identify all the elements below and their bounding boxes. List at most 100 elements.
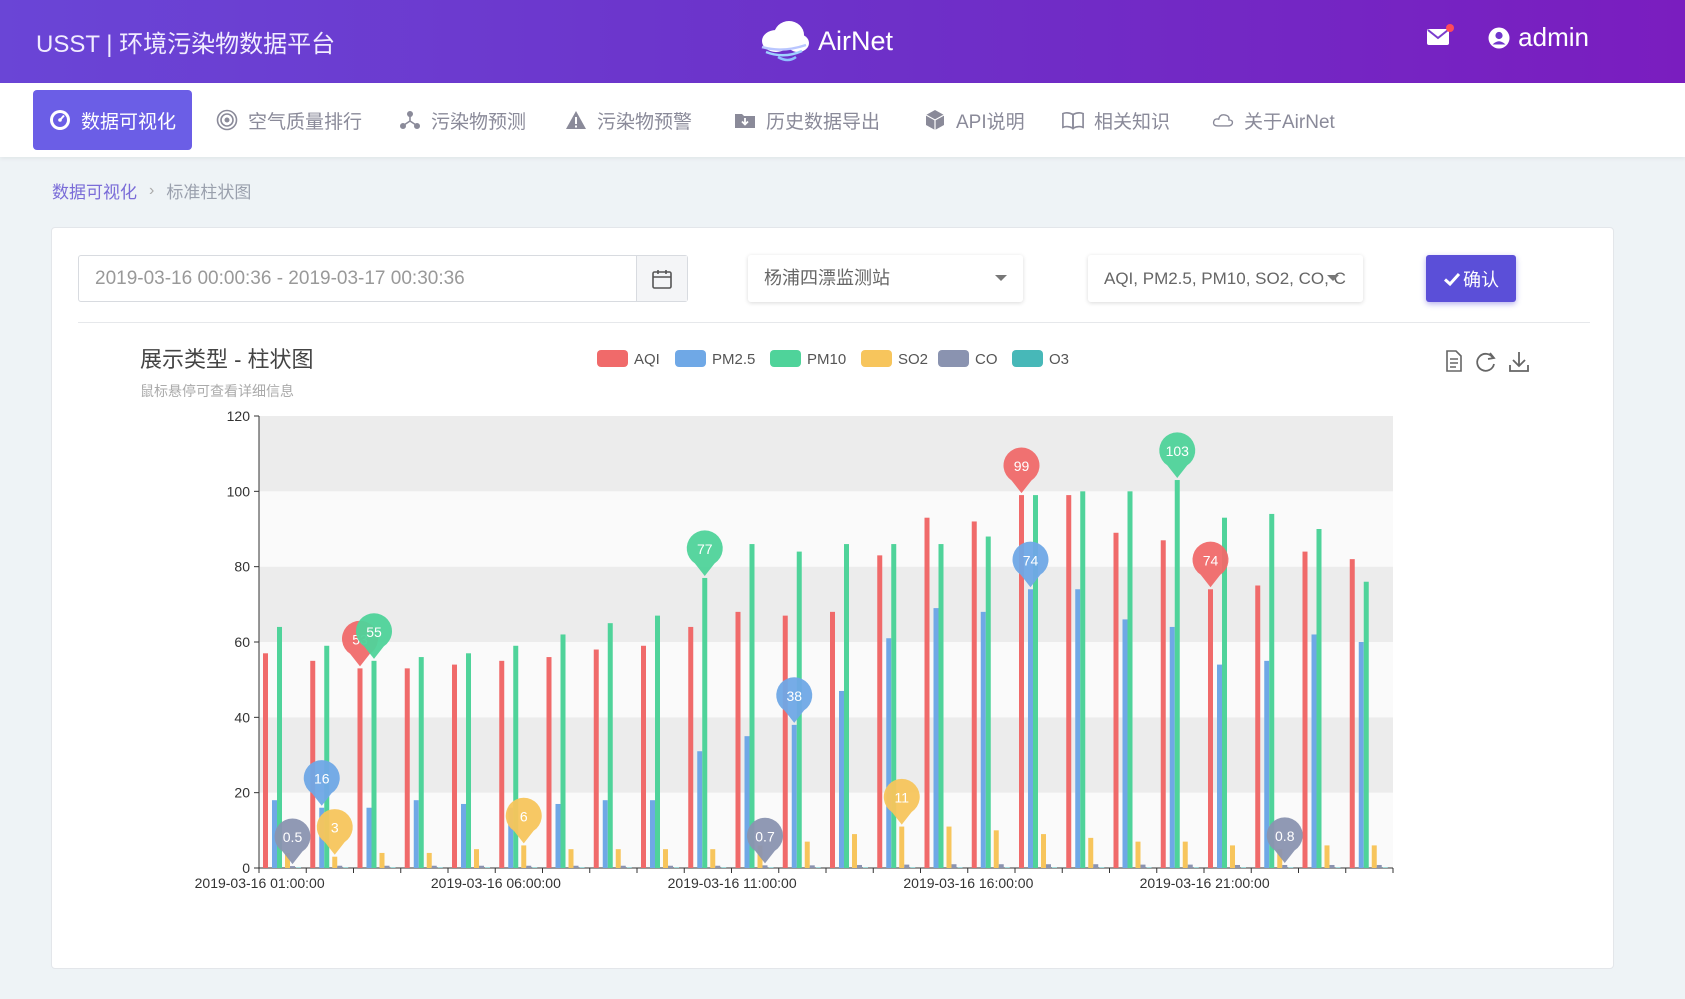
warning-icon [566, 111, 586, 129]
bar-pm25 [1075, 589, 1081, 868]
bar-co [431, 865, 437, 868]
bar-co [1329, 864, 1335, 868]
bar-co [526, 865, 532, 868]
bar-aqi [1255, 585, 1261, 868]
nav-item-pollutant-forecast[interactable]: 污染物预测 [399, 90, 526, 150]
bar-aqi [782, 615, 788, 868]
nav-item-pollutant-warning[interactable]: 污染物预警 [565, 90, 692, 150]
legend-item-pm25[interactable]: PM2.5 [675, 350, 755, 368]
bar-o3 [1193, 867, 1199, 868]
user-menu[interactable]: admin [1488, 22, 1589, 53]
legend-label: CO [975, 351, 998, 368]
x-tick-label: 2019-03-16 16:00:00 [903, 875, 1033, 891]
airnet-logo[interactable]: AirNet [756, 15, 893, 67]
bar-pm10 [418, 657, 424, 868]
bar-aqi [263, 653, 268, 868]
bar-pm10 [749, 544, 755, 868]
bar-pm10 [560, 634, 566, 868]
bar-pm10 [1269, 513, 1275, 868]
cloud-logo-icon [761, 21, 809, 62]
legend-item-pm10[interactable]: PM10 [770, 350, 846, 368]
nav-item-history-export[interactable]: 历史数据导出 [734, 90, 880, 150]
bar-aqi [735, 611, 741, 868]
restore-icon[interactable] [1476, 352, 1496, 372]
legend-label: PM10 [807, 351, 846, 368]
marker-label: 0.7 [755, 828, 775, 844]
breadcrumb-root[interactable]: 数据可视化 [52, 178, 137, 203]
y-tick-label: 80 [234, 559, 250, 575]
y-tick-label: 20 [234, 785, 250, 801]
legend-item-o3[interactable]: O3 [1012, 350, 1069, 368]
bar-chart: 展示类型 - 柱状图鼠标悬停可查看详细信息 AQI PM2.5 PM10 SO2 CO O3… [140, 347, 1529, 891]
legend-swatch [938, 350, 969, 367]
bar-o3 [768, 867, 774, 868]
nav-item-air-quality-ranking[interactable]: 空气质量排行 [216, 90, 362, 150]
user-name: admin [1518, 22, 1589, 52]
bar-pm25 [933, 608, 939, 868]
marker-label: 55 [366, 624, 382, 640]
bar-co [668, 865, 673, 868]
bar-o3 [1335, 867, 1341, 868]
x-tick-label: 2019-03-16 11:00:00 [668, 875, 797, 891]
bar-o3 [1052, 867, 1057, 868]
bar-pm25 [980, 611, 986, 868]
bar-o3 [815, 867, 821, 868]
marker-label: 16 [314, 771, 330, 787]
nav-item-data-visualization[interactable]: 数据可视化 [33, 90, 193, 150]
header-actions: admin [1426, 22, 1589, 53]
bar-so2 [521, 845, 527, 868]
bar-aqi [452, 664, 457, 868]
bar-co [337, 865, 343, 868]
bar-aqi [1160, 540, 1166, 868]
save-image-icon[interactable] [1509, 352, 1529, 372]
bar-so2 [379, 852, 385, 868]
bar-co [1235, 864, 1240, 868]
bar-pm10 [655, 615, 660, 868]
nav-item-related-knowledge[interactable]: 相关知识 [1062, 90, 1170, 150]
legend-item-aqi[interactable]: AQI [597, 350, 660, 368]
x-tick-label: 2019-03-16 01:00:00 [195, 875, 325, 891]
bar-aqi [877, 555, 883, 868]
bar-pm10 [844, 544, 849, 868]
bar-co [857, 864, 862, 868]
data-view-icon[interactable] [1446, 350, 1462, 372]
bar-o3 [296, 867, 301, 868]
bar-pm10 [702, 577, 708, 868]
breadcrumb: 数据可视化 › 标准柱状图 [52, 178, 251, 203]
bar-o3 [1241, 867, 1246, 868]
bar-co [479, 865, 484, 868]
legend-swatch [675, 350, 706, 367]
nav-label: 污染物预测 [431, 111, 527, 133]
messages-button[interactable] [1426, 23, 1455, 49]
bar-aqi [641, 645, 646, 868]
bar-pm25 [744, 736, 750, 868]
legend-label: O3 [1049, 351, 1069, 368]
bar-so2 [426, 852, 432, 868]
bar-so2 [615, 849, 621, 868]
y-tick-label: 40 [234, 709, 250, 725]
marker-label: 3 [331, 820, 339, 836]
bar-co [1140, 864, 1146, 868]
bar-aqi [357, 668, 363, 868]
bar-so2 [804, 841, 810, 868]
legend-item-co[interactable]: CO [938, 350, 998, 368]
nav-label: 空气质量排行 [248, 111, 363, 133]
marker-label: 74 [1023, 552, 1039, 568]
bar-so2 [1182, 841, 1188, 868]
nav-item-api-docs[interactable]: API说明 [924, 90, 1025, 150]
marker-label: 0.8 [1275, 828, 1295, 844]
legend-label: SO2 [898, 351, 928, 368]
bar-so2 [568, 849, 574, 868]
bar-pm25 [886, 638, 892, 868]
nav-item-about-airnet[interactable]: 关于AirNet [1212, 90, 1335, 150]
marker-label: 6 [520, 808, 528, 824]
folder-download-icon [735, 114, 755, 128]
bar-co [904, 864, 910, 868]
bar-pm10 [985, 536, 991, 868]
bar-o3 [579, 867, 585, 868]
marker-label: 103 [1166, 443, 1190, 459]
bar-co [1093, 864, 1099, 868]
bar-aqi [924, 517, 930, 868]
legend-item-so2[interactable]: SO2 [861, 350, 928, 368]
bar-o3 [485, 867, 490, 868]
